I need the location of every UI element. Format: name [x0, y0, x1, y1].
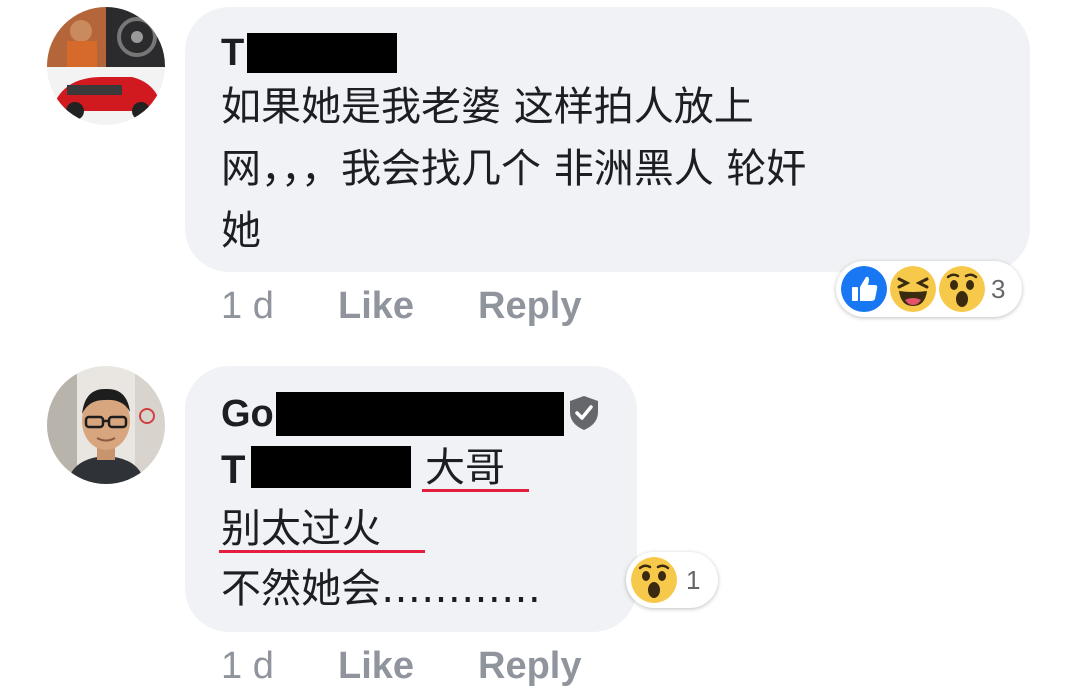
reaction-summary[interactable]: 1	[626, 552, 718, 608]
like-button[interactable]: Like	[338, 287, 414, 325]
comment-timestamp[interactable]: 1 d	[221, 647, 274, 685]
reaction-count: 3	[991, 274, 1006, 304]
haha-icon	[890, 266, 936, 312]
comment-text-line: 不然她会…………	[221, 566, 541, 612]
spellcheck-underline	[422, 489, 529, 492]
reply-button[interactable]: Reply	[478, 287, 581, 325]
comment-author[interactable]: T	[221, 34, 244, 72]
comment-text-line: 别太过火	[221, 506, 381, 552]
avatar[interactable]	[47, 366, 165, 484]
comment-text-line: 大哥	[425, 445, 505, 491]
comment-timestamp[interactable]: 1 d	[221, 287, 274, 325]
redaction-bar	[247, 33, 397, 73]
reply-button[interactable]: Reply	[478, 647, 581, 685]
comment-text-line: 如果她是我老婆 这样拍人放上	[221, 84, 754, 130]
comment-author[interactable]: Go	[221, 395, 274, 433]
like-button[interactable]: Like	[338, 647, 414, 685]
comment-bubble: Go T 大哥 别太过火 不然她会…………	[185, 366, 637, 632]
like-icon	[841, 266, 887, 312]
reaction-count: 1	[686, 565, 701, 595]
spellcheck-underline	[219, 550, 425, 553]
comment-bubble: T 如果她是我老婆 这样拍人放上 网，，，我会找几个 非洲黑人 轮奸 她	[185, 7, 1030, 272]
redaction-bar	[251, 446, 411, 488]
comment-thread: T 如果她是我老婆 这样拍人放上 网，，，我会找几个 非洲黑人 轮奸 她 1 d…	[0, 0, 1078, 693]
comment-text-line: 她	[221, 208, 261, 254]
redaction-bar	[276, 392, 564, 436]
comment-text-line: 网，，，我会找几个 非洲黑人 轮奸	[221, 146, 807, 192]
reaction-summary[interactable]: 3	[836, 261, 1022, 317]
mention-link[interactable]: T	[221, 450, 245, 490]
wow-icon	[631, 557, 677, 603]
verified-icon	[568, 395, 600, 431]
avatar[interactable]	[47, 7, 165, 125]
wow-icon	[939, 266, 985, 312]
